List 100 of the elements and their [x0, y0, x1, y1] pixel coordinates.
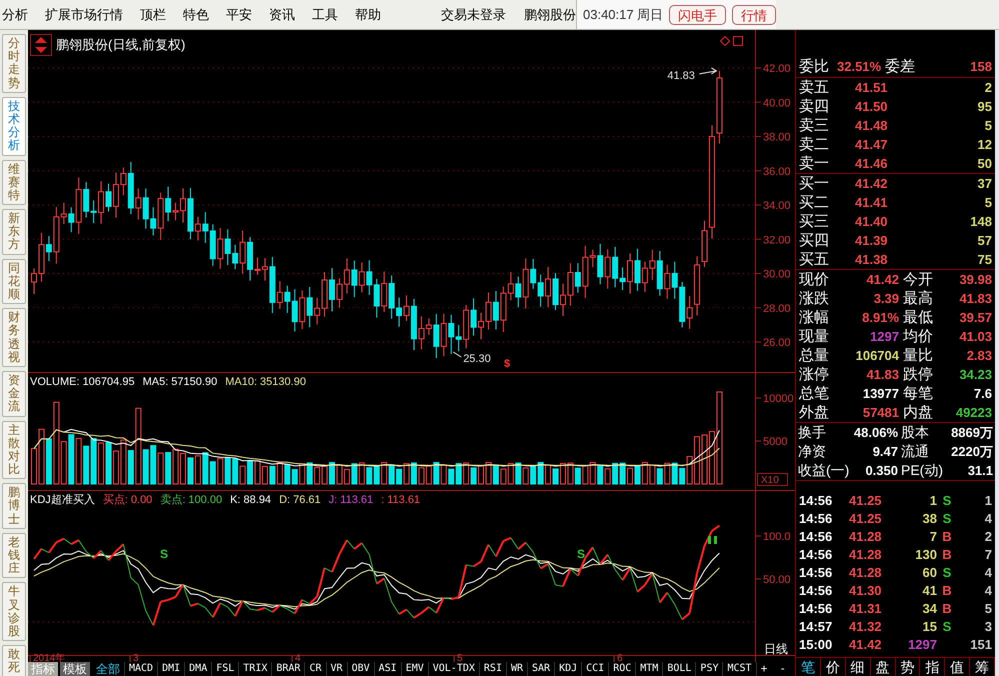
- trade-price: 41.28: [848, 564, 883, 582]
- indicator-tab[interactable]: 全部: [92, 662, 125, 676]
- side-tab[interactable]: 同花顺: [2, 258, 26, 304]
- side-tab[interactable]: 资金流: [2, 370, 26, 416]
- indicator-tab[interactable]: VOL-TDX: [428, 662, 480, 676]
- clock: 03:40:17 周日: [583, 6, 664, 24]
- quote-value: 31.1: [966, 462, 993, 480]
- price-axis-label: 40.00: [763, 97, 791, 110]
- quote-label: 量比: [902, 346, 934, 365]
- panel-tab[interactable]: 细: [846, 658, 871, 676]
- order-level-label: 买三: [799, 212, 830, 231]
- menu-item[interactable]: 特色: [183, 4, 209, 24]
- trade-count: 1: [984, 492, 992, 510]
- order-level-label: 卖三: [799, 116, 830, 135]
- side-tab[interactable]: 分时走势: [2, 34, 26, 93]
- menu-item[interactable]: 顶栏: [140, 4, 166, 24]
- indicator-tab[interactable]: CCI: [582, 662, 610, 676]
- side-tab[interactable]: 维赛特: [2, 160, 26, 206]
- side-tab[interactable]: 牛叉诊股: [2, 582, 26, 642]
- quote-value: 158: [970, 58, 992, 76]
- indicator-tab[interactable]: CR: [305, 662, 327, 676]
- indicator-tab[interactable]: WR: [506, 662, 528, 676]
- quote-label: 外盘: [799, 403, 830, 422]
- legend-text: MA5: 57150.90: [142, 375, 218, 390]
- trade-volume: 41: [922, 582, 937, 600]
- indicator-tab[interactable]: FSL: [212, 662, 240, 676]
- side-tab[interactable]: 老钱庄: [2, 532, 26, 578]
- indicator-tab[interactable]: MCST: [723, 662, 757, 676]
- indicator-tab[interactable]: TRIX: [239, 662, 272, 676]
- trade-volume: 60: [922, 564, 937, 582]
- zoom-button[interactable]: +: [758, 660, 770, 676]
- order-level-label: 卖五: [799, 78, 830, 97]
- menu-item[interactable]: 资讯: [269, 4, 295, 24]
- menu-item[interactable]: 分析: [2, 4, 28, 24]
- login-status[interactable]: 交易未登录: [441, 4, 506, 24]
- trade-price: 41.28: [848, 528, 883, 546]
- side-tab[interactable]: 新东方: [2, 209, 26, 255]
- legend-text: D: 76.61: [279, 493, 321, 508]
- menu-item[interactable]: 帮助: [355, 4, 381, 24]
- side-tab[interactable]: 主散对比: [2, 420, 26, 480]
- trade-side: B: [941, 600, 953, 618]
- indicator-tab[interactable]: DMA: [185, 662, 212, 676]
- price-axis-label: 26.00: [763, 337, 791, 349]
- header-button[interactable]: 闪电手: [669, 4, 726, 24]
- signal-mark: S: [577, 547, 586, 561]
- trade-volume: 34: [922, 600, 937, 618]
- panel-tab[interactable]: 势: [896, 658, 920, 676]
- trade-volume: 1297: [907, 636, 937, 654]
- date-label: 6: [617, 653, 623, 662]
- order-volume: 5: [984, 117, 992, 135]
- legend-text: 卖点: 100.00: [160, 492, 222, 508]
- panel-tab[interactable]: 盘: [870, 658, 896, 676]
- trade-count: 3: [984, 618, 992, 636]
- quote-label: 涨跌: [799, 289, 830, 308]
- indicator-tab[interactable]: ASI: [374, 662, 402, 676]
- high-price-label: 41.83: [667, 70, 695, 82]
- indicator-tab[interactable]: KDJ: [555, 662, 582, 676]
- quote-label: 股本: [900, 423, 930, 442]
- side-tab[interactable]: 财务透视: [2, 308, 26, 367]
- panel-tab[interactable]: 值: [945, 658, 970, 676]
- indicator-tab[interactable]: ROC: [609, 662, 636, 676]
- panel-tab[interactable]: 笔: [796, 658, 821, 676]
- quote-value: 8869万: [950, 424, 993, 442]
- header-button[interactable]: 行情: [732, 4, 776, 24]
- indicator-tab[interactable]: RSI: [480, 662, 507, 676]
- order-price: 41.39: [855, 232, 889, 250]
- indicator-tab[interactable]: MTM: [636, 662, 664, 676]
- quote-value: 41.03: [958, 328, 992, 346]
- side-tab[interactable]: 鹏博士: [2, 483, 26, 529]
- indicator-tab[interactable]: BRAR: [272, 662, 306, 676]
- indicator-tab[interactable]: OBV: [348, 662, 375, 676]
- panel-tab[interactable]: 指: [920, 658, 946, 676]
- menu-item[interactable]: 工具: [312, 4, 338, 24]
- price-axis-label: 42.00: [763, 63, 791, 75]
- trade-time: 14:56: [799, 582, 834, 600]
- indicator-tab[interactable]: VR: [326, 662, 348, 676]
- indicator-tab[interactable]: SAR: [528, 662, 556, 676]
- order-price: 41.50: [855, 98, 889, 116]
- menu-item[interactable]: 扩展市场行情: [45, 4, 123, 24]
- kdj-axis-label: 100.0: [763, 531, 791, 543]
- indicator-tab[interactable]: MACD: [125, 662, 158, 676]
- side-tab[interactable]: 技术分析: [2, 96, 26, 156]
- order-volume: 95: [976, 98, 992, 116]
- quote-label: 流通: [900, 442, 930, 461]
- side-tab[interactable]: 敢死: [2, 645, 26, 676]
- trade-count: 4: [984, 564, 992, 582]
- legend-text: K: 88.94: [230, 493, 272, 508]
- panel-tab[interactable]: 价: [820, 658, 846, 676]
- zoom-button[interactable]: -: [776, 660, 789, 676]
- indicator-tab[interactable]: 模板: [60, 662, 90, 676]
- trade-price: 41.30: [848, 582, 883, 600]
- indicator-tab[interactable]: BOLL: [663, 662, 696, 676]
- trade-side: B: [941, 528, 953, 546]
- quote-label: 今开: [902, 270, 934, 289]
- indicator-tab[interactable]: PSY: [696, 662, 724, 676]
- indicator-tab[interactable]: EMV: [402, 662, 429, 676]
- date-label: 2014年: [33, 653, 66, 662]
- indicator-tab[interactable]: DMI: [158, 662, 186, 676]
- trade-count: 5: [984, 600, 992, 618]
- menu-item[interactable]: 平安: [226, 4, 252, 24]
